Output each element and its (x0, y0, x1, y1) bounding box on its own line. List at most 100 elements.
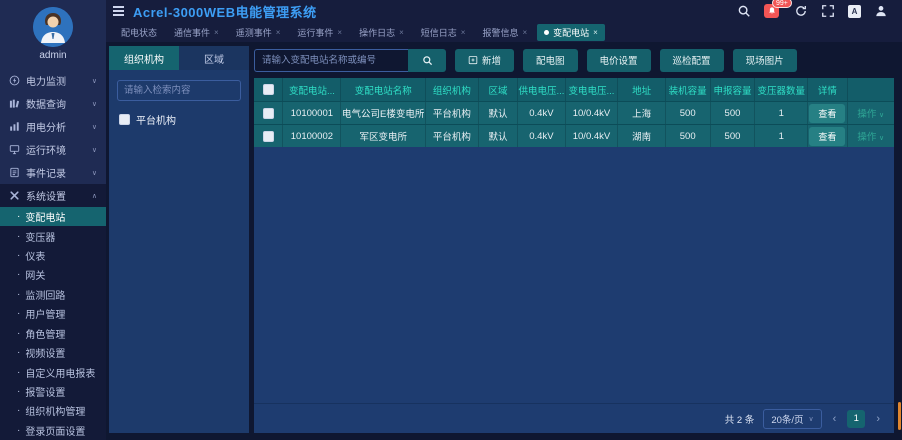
add-button[interactable]: 新增 (455, 49, 514, 72)
content-area: 组织机构 区域 平台机构 (106, 42, 902, 440)
sidebar-item-analysis[interactable]: 用电分析 ∨ (0, 115, 106, 138)
column-header: 变配电站... (283, 78, 341, 101)
distribution-diagram-button[interactable]: 配电图 (523, 49, 578, 72)
sidebar-subitem-org-mgmt[interactable]: ·组织机构管理 (0, 401, 106, 420)
sidebar-subitem-alarm-settings[interactable]: ·报警设置 (0, 382, 106, 401)
table-section: 新增 配电图 电价设置 巡检配置 现场图片 变配电站... 变配电站名称 组织机… (254, 46, 894, 433)
fullscreen-icon[interactable] (821, 4, 835, 18)
sidebar-item-label: 用电分析 (26, 119, 66, 134)
search-button[interactable] (408, 49, 446, 72)
sidebar-item-power-monitor[interactable]: 电力监测 ∨ (0, 69, 106, 92)
tree-node-checkbox[interactable] (119, 114, 130, 125)
sidebar-subitem-meter[interactable]: ·仪表 (0, 246, 106, 265)
inspection-config-button[interactable]: 巡检配置 (660, 49, 724, 72)
tab-comm-events[interactable]: 通信事件× (167, 24, 226, 41)
cell-actions: 操作 ∨ (848, 125, 894, 147)
chevron-down-icon: ∨ (92, 77, 97, 85)
tab-alarm-info[interactable]: 报警信息 × (475, 24, 534, 41)
power-monitor-icon (9, 75, 20, 86)
user-box: admin (0, 0, 106, 65)
sidebar-subitem-custom-report[interactable]: ·自定义用电报表 (0, 362, 106, 381)
subitem-label: 角色管理 (25, 326, 65, 341)
subitem-label: 监测回路 (25, 287, 65, 302)
sidebar-item-label: 事件记录 (26, 165, 66, 180)
cell-address: 湖南 (618, 125, 665, 147)
language-icon[interactable]: A (848, 5, 861, 18)
close-tab-icon[interactable]: × (214, 28, 219, 37)
select-all-checkbox[interactable] (263, 84, 274, 95)
prev-page-button[interactable]: ‹ (831, 413, 839, 425)
tab-run-events[interactable]: 运行事件× (290, 24, 349, 41)
cell-detail: 查看 (808, 125, 847, 147)
cell-address: 上海 (618, 102, 665, 124)
toolbar: 新增 配电图 电价设置 巡检配置 现场图片 (254, 48, 894, 72)
data-query-icon (9, 98, 20, 109)
tree-search-input[interactable] (117, 80, 241, 101)
column-header: 变配电站名称 (341, 78, 426, 101)
sidebar-item-label: 电力监测 (26, 73, 66, 88)
sidebar-subitem-login-page[interactable]: ·登录页面设置 (0, 421, 106, 440)
close-tab-icon[interactable]: × (461, 28, 466, 37)
close-tab-icon[interactable]: × (593, 28, 598, 37)
sidebar-item-data-query[interactable]: 数据查询 ∨ (0, 92, 106, 115)
page-size-select[interactable]: 20条/页 ∨ (763, 409, 821, 429)
tree-node-label: 平台机构 (136, 112, 176, 127)
hamburger-menu-icon[interactable] (113, 6, 124, 16)
view-button[interactable]: 查看 (809, 127, 845, 146)
close-tab-icon[interactable]: × (522, 28, 527, 37)
settings-submenu: ·变配电站 ·变压器 ·仪表 ·网关 ·监测回路 ·用户管理 ·角色管理 ·视频… (0, 207, 106, 440)
station-search-input[interactable] (254, 49, 408, 72)
row-checkbox[interactable] (263, 108, 274, 119)
page-size-value: 20条/页 (771, 412, 803, 426)
close-tab-icon[interactable]: × (399, 28, 404, 37)
row-action-dropdown[interactable]: 操作 ∨ (857, 129, 884, 143)
view-button[interactable]: 查看 (809, 104, 845, 123)
next-page-button[interactable]: › (874, 413, 882, 425)
tab-sms-log[interactable]: 短信日志 × (414, 24, 473, 41)
scrollbar-thumb[interactable] (898, 402, 901, 430)
sidebar-item-settings[interactable]: 系统设置 ∧ (0, 184, 106, 207)
cell-transformer-count: 1 (755, 102, 808, 124)
notifications-button[interactable]: 99+ (764, 4, 781, 19)
tree-node-platform-org[interactable]: 平台机构 (109, 109, 249, 130)
close-tab-icon[interactable]: × (337, 28, 342, 37)
page-scrollbar[interactable] (897, 0, 902, 440)
tab-label: 报警信息 (482, 26, 518, 39)
sidebar-subitem-substation[interactable]: ·变配电站 (0, 207, 106, 226)
row-action-dropdown[interactable]: 操作 ∨ (857, 106, 884, 120)
tab-region[interactable]: 区域 (179, 46, 249, 70)
tab-label: 短信日志 (421, 26, 457, 39)
sidebar-subitem-monitor-circuit[interactable]: ·监测回路 (0, 285, 106, 304)
avatar[interactable] (33, 7, 73, 47)
sidebar-subitem-transformer[interactable]: ·变压器 (0, 226, 106, 245)
tab-power-distribution-status[interactable]: 配电状态 (114, 24, 164, 41)
org-tree-panel: 组织机构 区域 平台机构 (109, 46, 249, 433)
close-tab-icon[interactable]: × (276, 28, 281, 37)
tab-telemetry-events[interactable]: 遥测事件× (229, 24, 288, 41)
sidebar-subitem-role-mgmt[interactable]: ·角色管理 (0, 324, 106, 343)
tab-substation[interactable]: 变配电站× (537, 24, 605, 41)
tariff-settings-button[interactable]: 电价设置 (587, 49, 651, 72)
sidebar-item-environment[interactable]: 运行环境 ∨ (0, 138, 106, 161)
user-icon[interactable] (874, 4, 888, 18)
page-number[interactable]: 1 (847, 410, 865, 428)
subitem-label: 登录页面设置 (25, 423, 85, 438)
subitem-label: 自定义用电报表 (25, 365, 95, 380)
row-checkbox[interactable] (263, 131, 274, 142)
table-row: 10100002 军区变电所 平台机构 默认 0.4kV 10/0.4kV 湖南… (254, 124, 894, 147)
sidebar-item-event-log[interactable]: 事件记录 ∨ (0, 161, 106, 184)
column-header: 详情 (808, 78, 847, 101)
bullet: · (17, 250, 20, 261)
sidebar-subitem-gateway[interactable]: ·网关 (0, 265, 106, 284)
tab-operation-log[interactable]: 操作日志× (352, 24, 411, 41)
tab-organization[interactable]: 组织机构 (109, 46, 179, 70)
refresh-icon[interactable] (794, 4, 808, 18)
cell-declared-capacity: 500 (711, 125, 756, 147)
chevron-down-icon: ∨ (809, 415, 814, 423)
sidebar-subitem-user-mgmt[interactable]: ·用户管理 (0, 304, 106, 323)
search-icon[interactable] (737, 4, 751, 18)
search-icon (422, 55, 433, 66)
sidebar-subitem-video[interactable]: ·视频设置 (0, 343, 106, 362)
site-photos-button[interactable]: 现场图片 (733, 49, 797, 72)
username: admin (0, 50, 106, 61)
